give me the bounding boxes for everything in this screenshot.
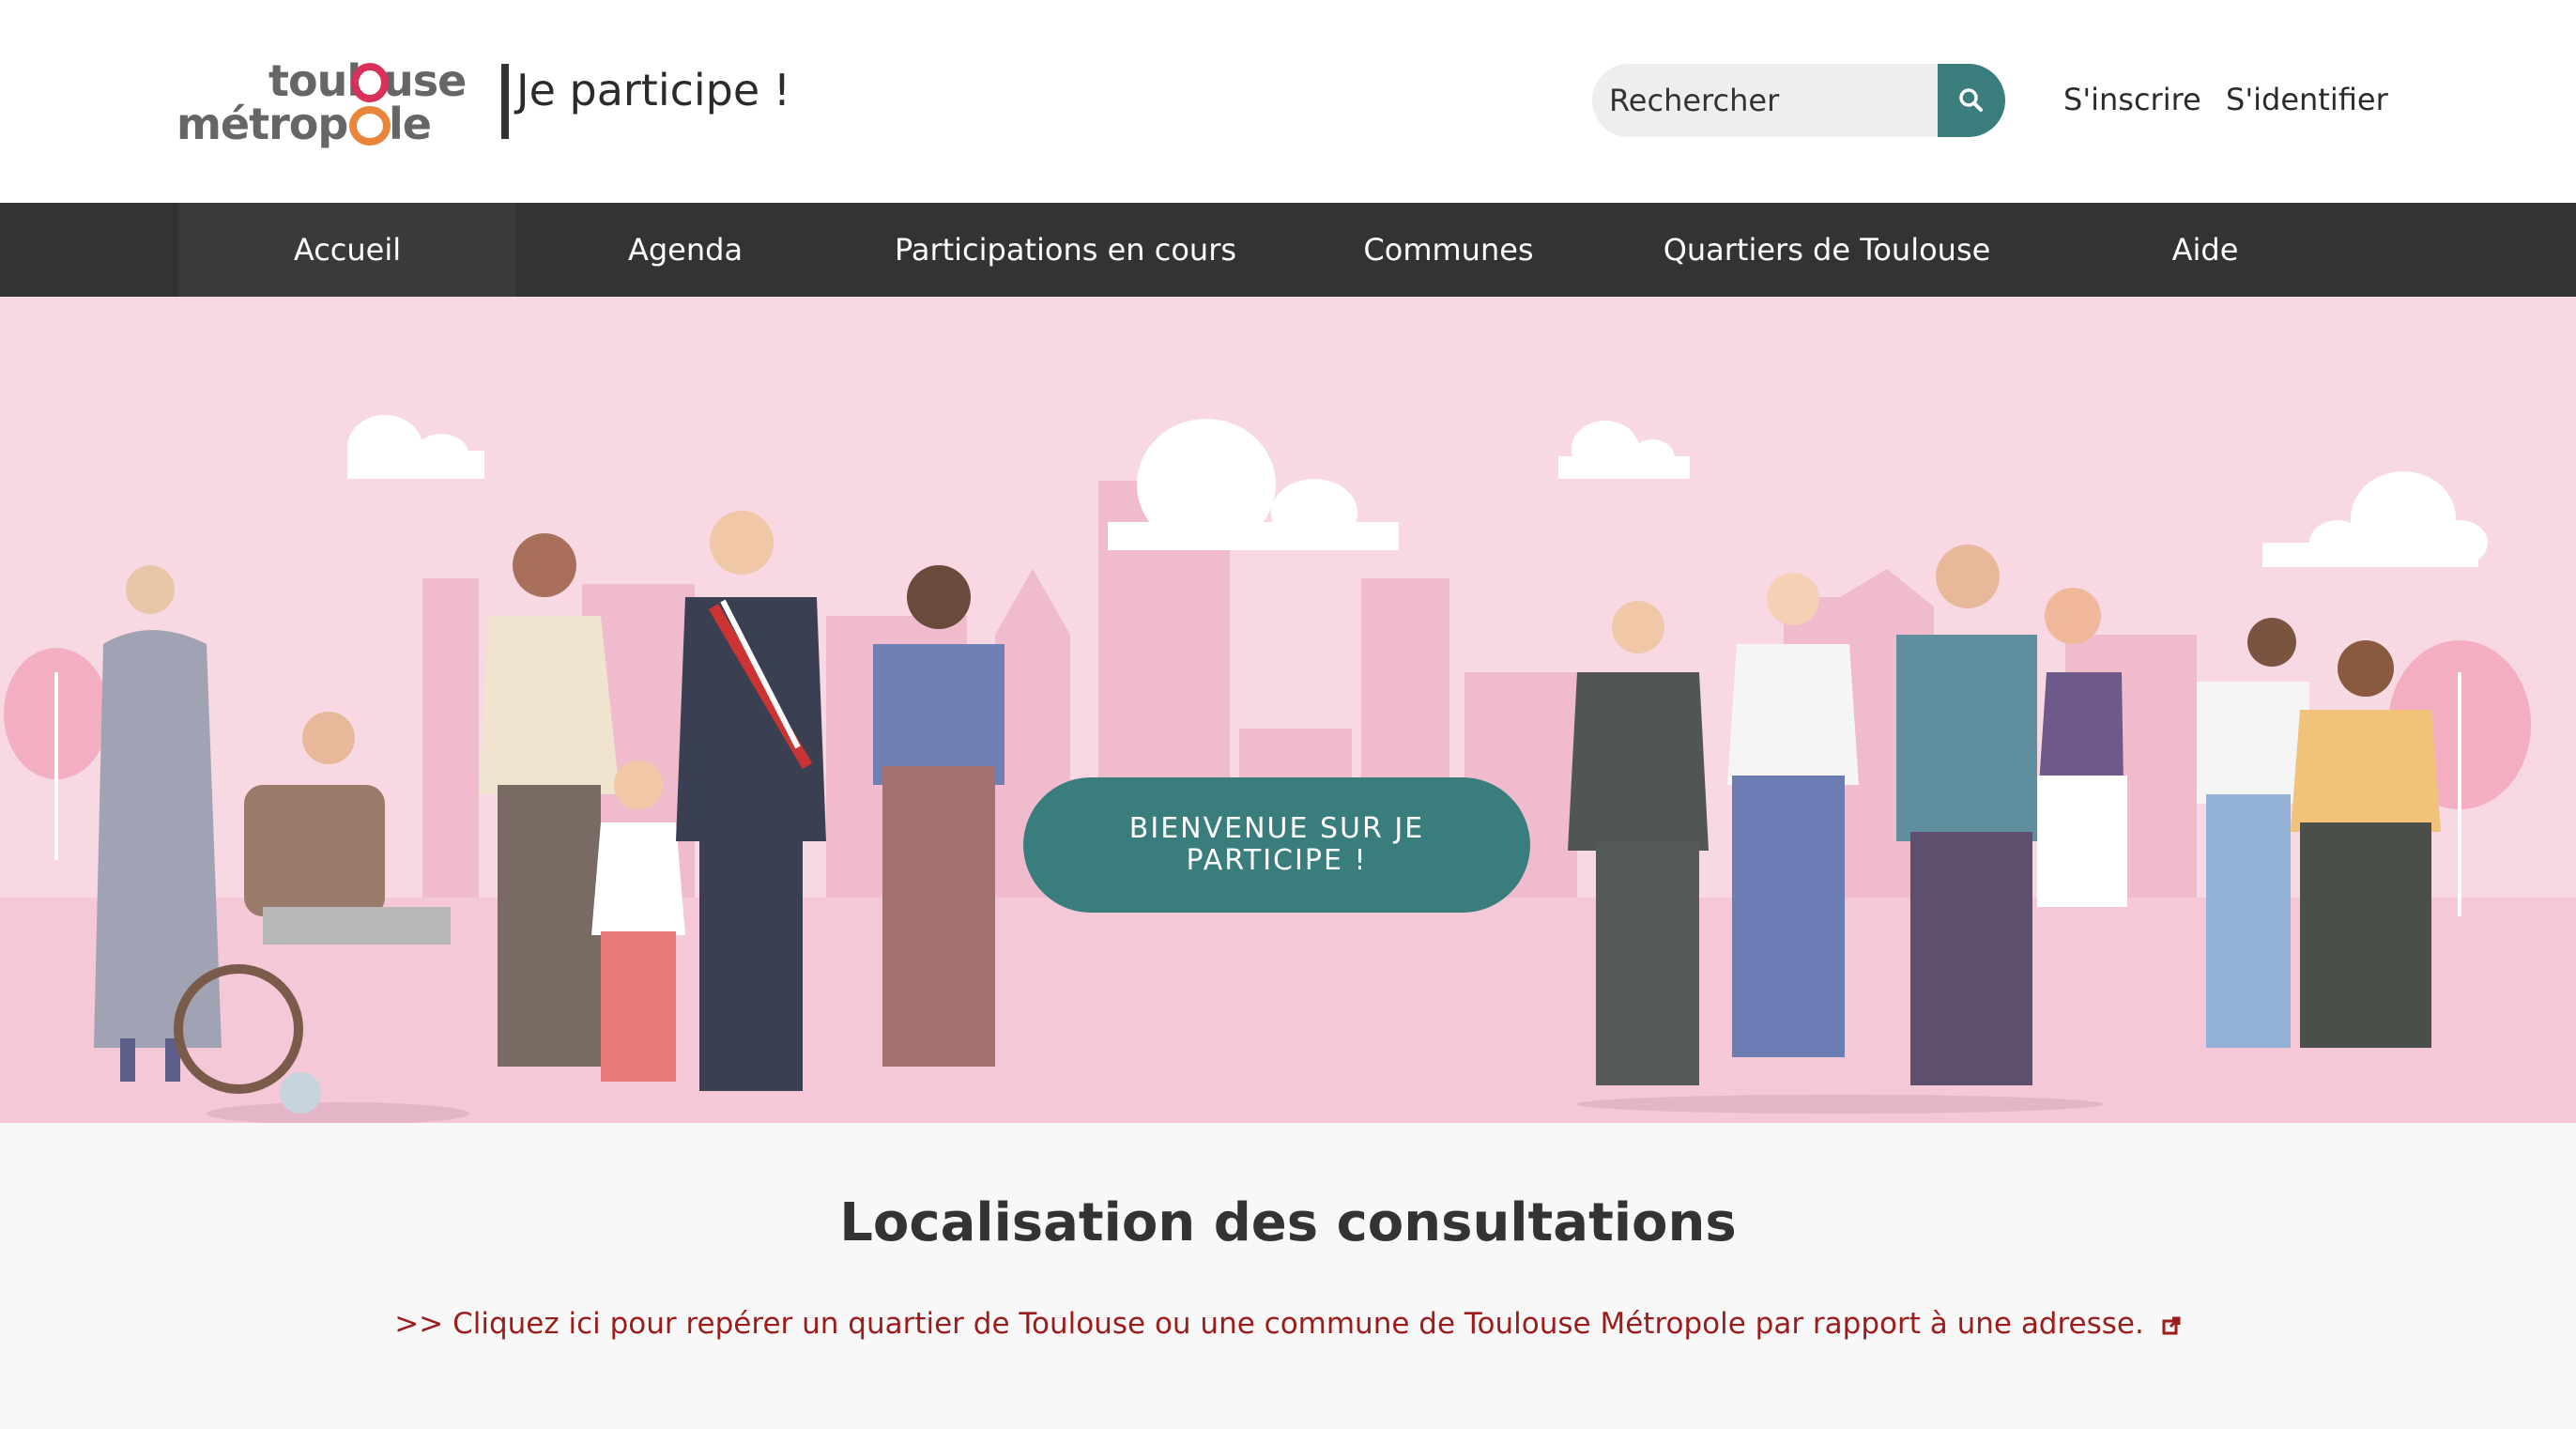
main-nav: Accueil Agenda Participations en cours C… [0, 203, 2576, 297]
section-title: Localisation des consultations [839, 1192, 1737, 1253]
svg-text:métrop: métrop [176, 99, 347, 148]
site-title: Je participe ! [516, 65, 791, 115]
locate-address-link[interactable]: >> Cliquez ici pour repérer un quartier … [0, 1305, 2576, 1343]
hero-banner: BIENVENUE SUR JE PARTICIPE ! [0, 297, 2576, 1123]
nav-item-quartiers[interactable]: Quartiers de Toulouse [1639, 203, 2015, 297]
localisation-section: Localisation des consultations >> Clique… [0, 1123, 2576, 1429]
search-form [1592, 64, 2005, 137]
welcome-button[interactable]: BIENVENUE SUR JE PARTICIPE ! [1023, 777, 1530, 913]
group-of-diverse-people-illustration [0, 415, 2576, 1123]
register-link[interactable]: S'inscrire [2063, 79, 2201, 120]
toulouse-metropole-logo[interactable]: toul use métrop le [175, 54, 494, 148]
search-input[interactable] [1592, 64, 1941, 137]
nav-item-communes[interactable]: Communes [1314, 203, 1583, 297]
nav-item-aide[interactable]: Aide [2071, 203, 2339, 297]
nav-item-participations[interactable]: Participations en cours [873, 203, 1258, 297]
svg-text:le: le [389, 99, 431, 148]
external-link-icon [2162, 1316, 2181, 1334]
nav-item-agenda[interactable]: Agenda [554, 203, 817, 297]
nav-item-accueil[interactable]: Accueil [178, 203, 516, 297]
search-button[interactable] [1938, 64, 2005, 137]
login-link[interactable]: S'identifier [2226, 79, 2388, 120]
logo-separator [501, 64, 509, 139]
search-icon [1959, 88, 1983, 112]
site-header: toul use métrop le Je participe ! S'insc… [0, 0, 2576, 203]
locate-address-link-text: >> Cliquez ici pour repérer un quartier … [394, 1307, 2144, 1341]
